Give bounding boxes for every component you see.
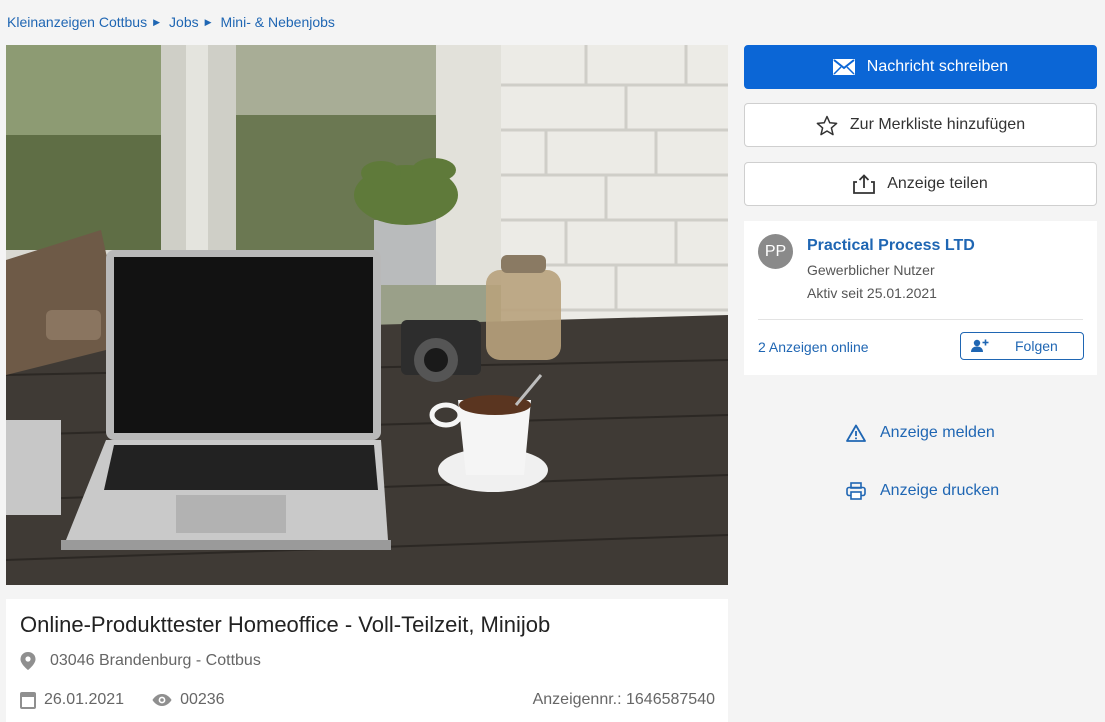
listing-meta: 26.01.2021 00236 Anzeigennr.: 1646587540 [20,691,715,709]
report-ad-link[interactable]: Anzeige melden [846,424,995,442]
location-text: 03046 Brandenburg - Cottbus [50,652,261,669]
seller-card: PP Practical Process LTD Gewerblicher Nu… [744,221,1097,375]
avatar: PP [758,234,793,269]
eye-icon [152,694,172,706]
listing-views: 00236 [152,691,225,709]
listing-details: Online-Produkttester Homeoffice - Voll-T… [6,599,728,722]
breadcrumb-separator-icon: ▶ [153,16,161,27]
calendar-icon [20,692,36,709]
breadcrumb-item-minijobs[interactable]: Mini- & Nebenjobs [221,14,335,30]
listing-location: 03046 Brandenburg - Cottbus [20,652,261,670]
seller-name-link[interactable]: Practical Process LTD [807,237,975,255]
seller-type: Gewerblicher Nutzer [807,262,935,278]
print-ad-link[interactable]: Anzeige drucken [846,482,999,500]
report-ad-label: Anzeige melden [880,424,995,441]
share-ad-button[interactable]: Anzeige teilen [744,162,1097,206]
listing-title: Online-Produkttester Homeoffice - Voll-T… [20,612,551,637]
date-text: 26.01.2021 [44,691,125,708]
listing-date: 26.01.2021 [20,691,124,709]
share-ad-label: Anzeige teilen [887,175,988,192]
add-to-watchlist-label: Zur Merkliste hinzufügen [849,116,1026,133]
add-to-watchlist-button[interactable]: Zur Merkliste hinzufügen [744,103,1097,147]
divider [758,319,1083,320]
seller-ads-online-link[interactable]: 2 Anzeigen online [758,339,869,355]
location-pin-icon [20,652,36,670]
breadcrumb-separator-icon: ▶ [204,16,212,27]
print-ad-label: Anzeige drucken [880,482,1000,499]
star-icon [816,115,838,135]
listing-image[interactable] [6,45,728,585]
follow-label: Folgen [1015,338,1058,354]
breadcrumb-item-jobs[interactable]: Jobs [169,14,199,30]
write-message-button[interactable]: Nachricht schreiben [744,45,1097,89]
seller-active-since: Aktiv seit 25.01.2021 [807,285,937,301]
envelope-icon [832,59,855,75]
ad-number: Anzeigennr.: 1646587540 [532,691,715,708]
follow-user-icon [971,339,989,352]
write-message-label: Nachricht schreiben [866,58,1009,75]
breadcrumb: Kleinanzeigen Cottbus ▶ Jobs ▶ Mini- & N… [7,14,335,30]
share-icon [853,174,876,194]
breadcrumb-item-city[interactable]: Kleinanzeigen Cottbus [7,14,147,30]
views-text: 00236 [180,691,225,708]
printer-icon [846,482,866,500]
follow-button[interactable]: Folgen [960,332,1084,360]
warning-icon [846,424,866,442]
